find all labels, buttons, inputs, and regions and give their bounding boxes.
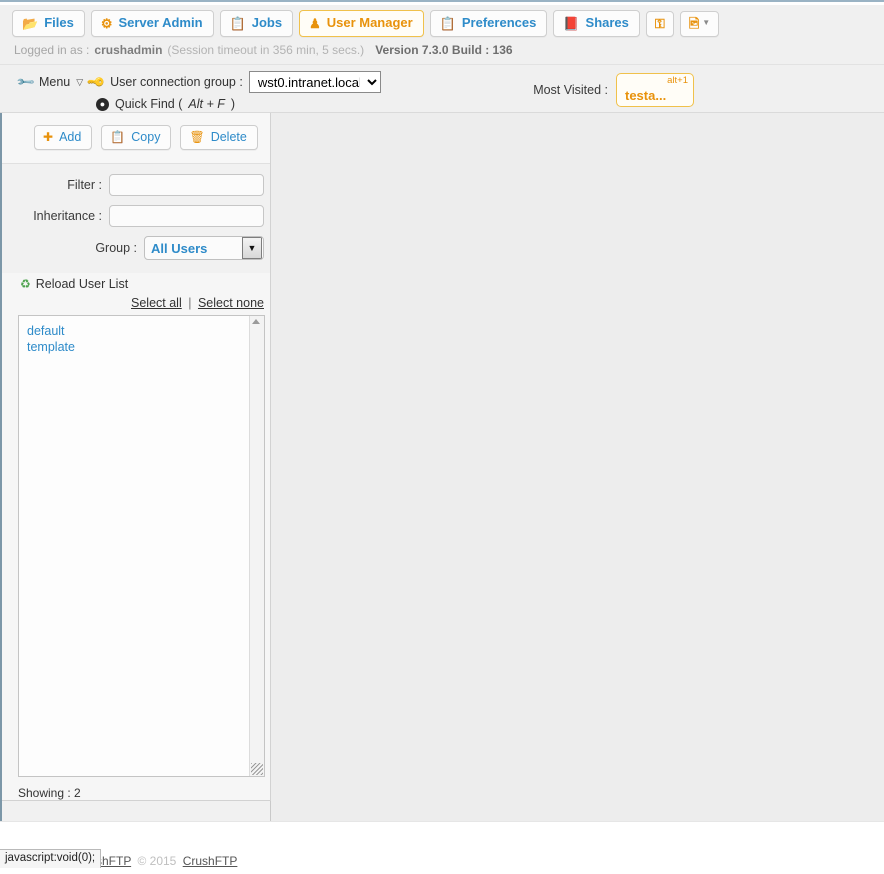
- reload-user-list-button[interactable]: ♻ Reload User List: [2, 273, 270, 294]
- tab-image-menu[interactable]: 🖻 ▼: [679, 10, 720, 37]
- most-visited-area: Most Visited : alt+1 testa...: [533, 73, 694, 107]
- key-icon: 🔑: [86, 71, 107, 93]
- copy-icon: 📋: [110, 130, 126, 144]
- tab-server-admin[interactable]: ⚙ Server Admin: [90, 10, 214, 37]
- copy-button[interactable]: 📋 Copy: [101, 125, 172, 150]
- footer-credits: shFTP © 2015 CrushFTP: [96, 854, 237, 868]
- scroll-up-arrow-icon[interactable]: [252, 319, 260, 324]
- main-tab-bar: 📂 Files ⚙ Server Admin 📋 Jobs ♟ User Man…: [0, 5, 884, 41]
- tab-label: User Manager: [326, 15, 413, 30]
- connection-group-label: User connection group :: [110, 75, 243, 89]
- session-timeout: (Session timeout in 356 min, 5 secs.): [167, 43, 365, 57]
- logged-in-label: Logged in as :: [14, 43, 90, 57]
- menu-label[interactable]: Menu: [39, 75, 70, 89]
- gear-icon: ⚙: [100, 15, 113, 31]
- user-filter-form: Filter : Inheritance : Group : All Users…: [2, 164, 270, 273]
- image-icon: 🖻: [688, 15, 700, 31]
- quick-find-shortcut: Alt + F: [188, 97, 225, 111]
- user-action-buttons: ✚ Add 📋 Copy 🗑 Delete: [2, 113, 270, 164]
- showing-count: Showing : 2: [18, 786, 81, 800]
- quick-find-label[interactable]: Quick Find (: [115, 97, 182, 111]
- session-status-line: Logged in as : crushadmin (Session timeo…: [0, 41, 884, 64]
- inheritance-label: Inheritance :: [33, 209, 102, 223]
- filter-label: Filter :: [67, 178, 102, 192]
- group-select-value: All Users: [151, 240, 208, 256]
- user-manager-sidebar: ✚ Add 📋 Copy 🗑 Delete Filter : Inheritan…: [0, 113, 271, 821]
- trash-icon: 🗑: [189, 130, 205, 144]
- chevron-down-icon[interactable]: ▼: [242, 237, 262, 259]
- tab-preferences[interactable]: 📋 Preferences: [429, 10, 548, 37]
- chevron-down-icon: ▼: [702, 18, 711, 27]
- list-item[interactable]: default: [27, 324, 249, 340]
- clipboard-icon: 📋: [229, 15, 246, 31]
- menu-strip: 🔧 Menu ▽ 🔑 User connection group : wst0.…: [0, 64, 884, 112]
- copyright-text: © 2015: [137, 854, 177, 868]
- group-row: Group : All Users ▼: [2, 236, 270, 269]
- browser-status-bar: javascript:void(0);: [0, 849, 102, 868]
- connection-group-select[interactable]: wst0.intranet.local: [248, 71, 381, 93]
- tab-label: Jobs: [251, 15, 283, 30]
- book-icon: 📕: [563, 15, 580, 31]
- select-links-separator: |: [188, 296, 192, 310]
- group-label: Group :: [95, 241, 137, 255]
- most-visited-shortcut: alt+1: [667, 75, 688, 86]
- padlock-icon: ⚿: [654, 15, 665, 31]
- resize-handle[interactable]: [251, 763, 263, 775]
- user-detail-area: [271, 113, 884, 821]
- delete-button-label: Delete: [210, 130, 247, 144]
- clipboard-icon: 📋: [439, 15, 456, 31]
- select-links: Select all | Select none: [2, 294, 270, 315]
- list-item[interactable]: template: [27, 340, 249, 356]
- user-list[interactable]: default template: [18, 315, 265, 777]
- folder-icon: 📂: [22, 15, 39, 31]
- inheritance-row: Inheritance :: [2, 205, 270, 236]
- menu-row-primary: 🔧 Menu ▽ 🔑 User connection group : wst0.…: [0, 71, 884, 93]
- chevron-down-icon[interactable]: ▽: [76, 77, 83, 88]
- refresh-icon: ♻: [20, 277, 31, 291]
- wrench-icon: 🔧: [15, 71, 36, 93]
- most-visited-value: testa...: [625, 88, 667, 103]
- plus-icon: ✚: [43, 130, 54, 144]
- quick-find-suffix: ): [230, 97, 236, 111]
- tab-shares[interactable]: 📕 Shares: [553, 10, 640, 37]
- tab-jobs[interactable]: 📋 Jobs: [219, 10, 294, 37]
- search-icon: ●: [96, 97, 109, 111]
- user-icon: ♟: [309, 15, 321, 31]
- inheritance-input[interactable]: [109, 205, 264, 227]
- most-visited-label: Most Visited :: [533, 83, 608, 97]
- filter-input[interactable]: [109, 174, 264, 196]
- user-manager-panel: ✚ Add 📋 Copy 🗑 Delete Filter : Inheritan…: [2, 113, 271, 801]
- group-select[interactable]: All Users ▼: [144, 236, 264, 260]
- reload-user-list-label: Reload User List: [35, 277, 129, 291]
- tab-padlock[interactable]: ⚿: [645, 10, 674, 37]
- tab-label: Files: [44, 15, 74, 30]
- menu-row-quickfind: ● Quick Find ( Alt + F ): [0, 94, 884, 114]
- most-visited-button[interactable]: alt+1 testa...: [616, 73, 694, 107]
- version-label: Version 7.3.0 Build : 136: [375, 43, 513, 57]
- page-footer: shFTP © 2015 CrushFTP: [0, 821, 884, 874]
- user-list-scrollbar[interactable]: [249, 316, 264, 776]
- user-list-items: default template: [19, 316, 249, 776]
- add-button-label: Add: [59, 130, 82, 144]
- tab-files[interactable]: 📂 Files: [12, 10, 85, 37]
- select-all-link[interactable]: Select all: [131, 296, 182, 310]
- tab-label: Shares: [585, 15, 629, 30]
- add-button[interactable]: ✚ Add: [34, 125, 93, 150]
- tab-user-manager[interactable]: ♟ User Manager: [299, 10, 424, 37]
- page-content: ✚ Add 📋 Copy 🗑 Delete Filter : Inheritan…: [0, 112, 884, 821]
- tab-label: Server Admin: [118, 15, 203, 30]
- company-link[interactable]: CrushFTP: [183, 854, 238, 868]
- filter-row: Filter :: [2, 174, 270, 205]
- logged-in-username: crushadmin: [94, 43, 163, 57]
- product-link[interactable]: shFTP: [96, 854, 131, 868]
- select-none-link[interactable]: Select none: [198, 296, 264, 310]
- copy-button-label: Copy: [131, 130, 161, 144]
- tab-label: Preferences: [461, 15, 537, 30]
- delete-button[interactable]: 🗑 Delete: [180, 125, 258, 150]
